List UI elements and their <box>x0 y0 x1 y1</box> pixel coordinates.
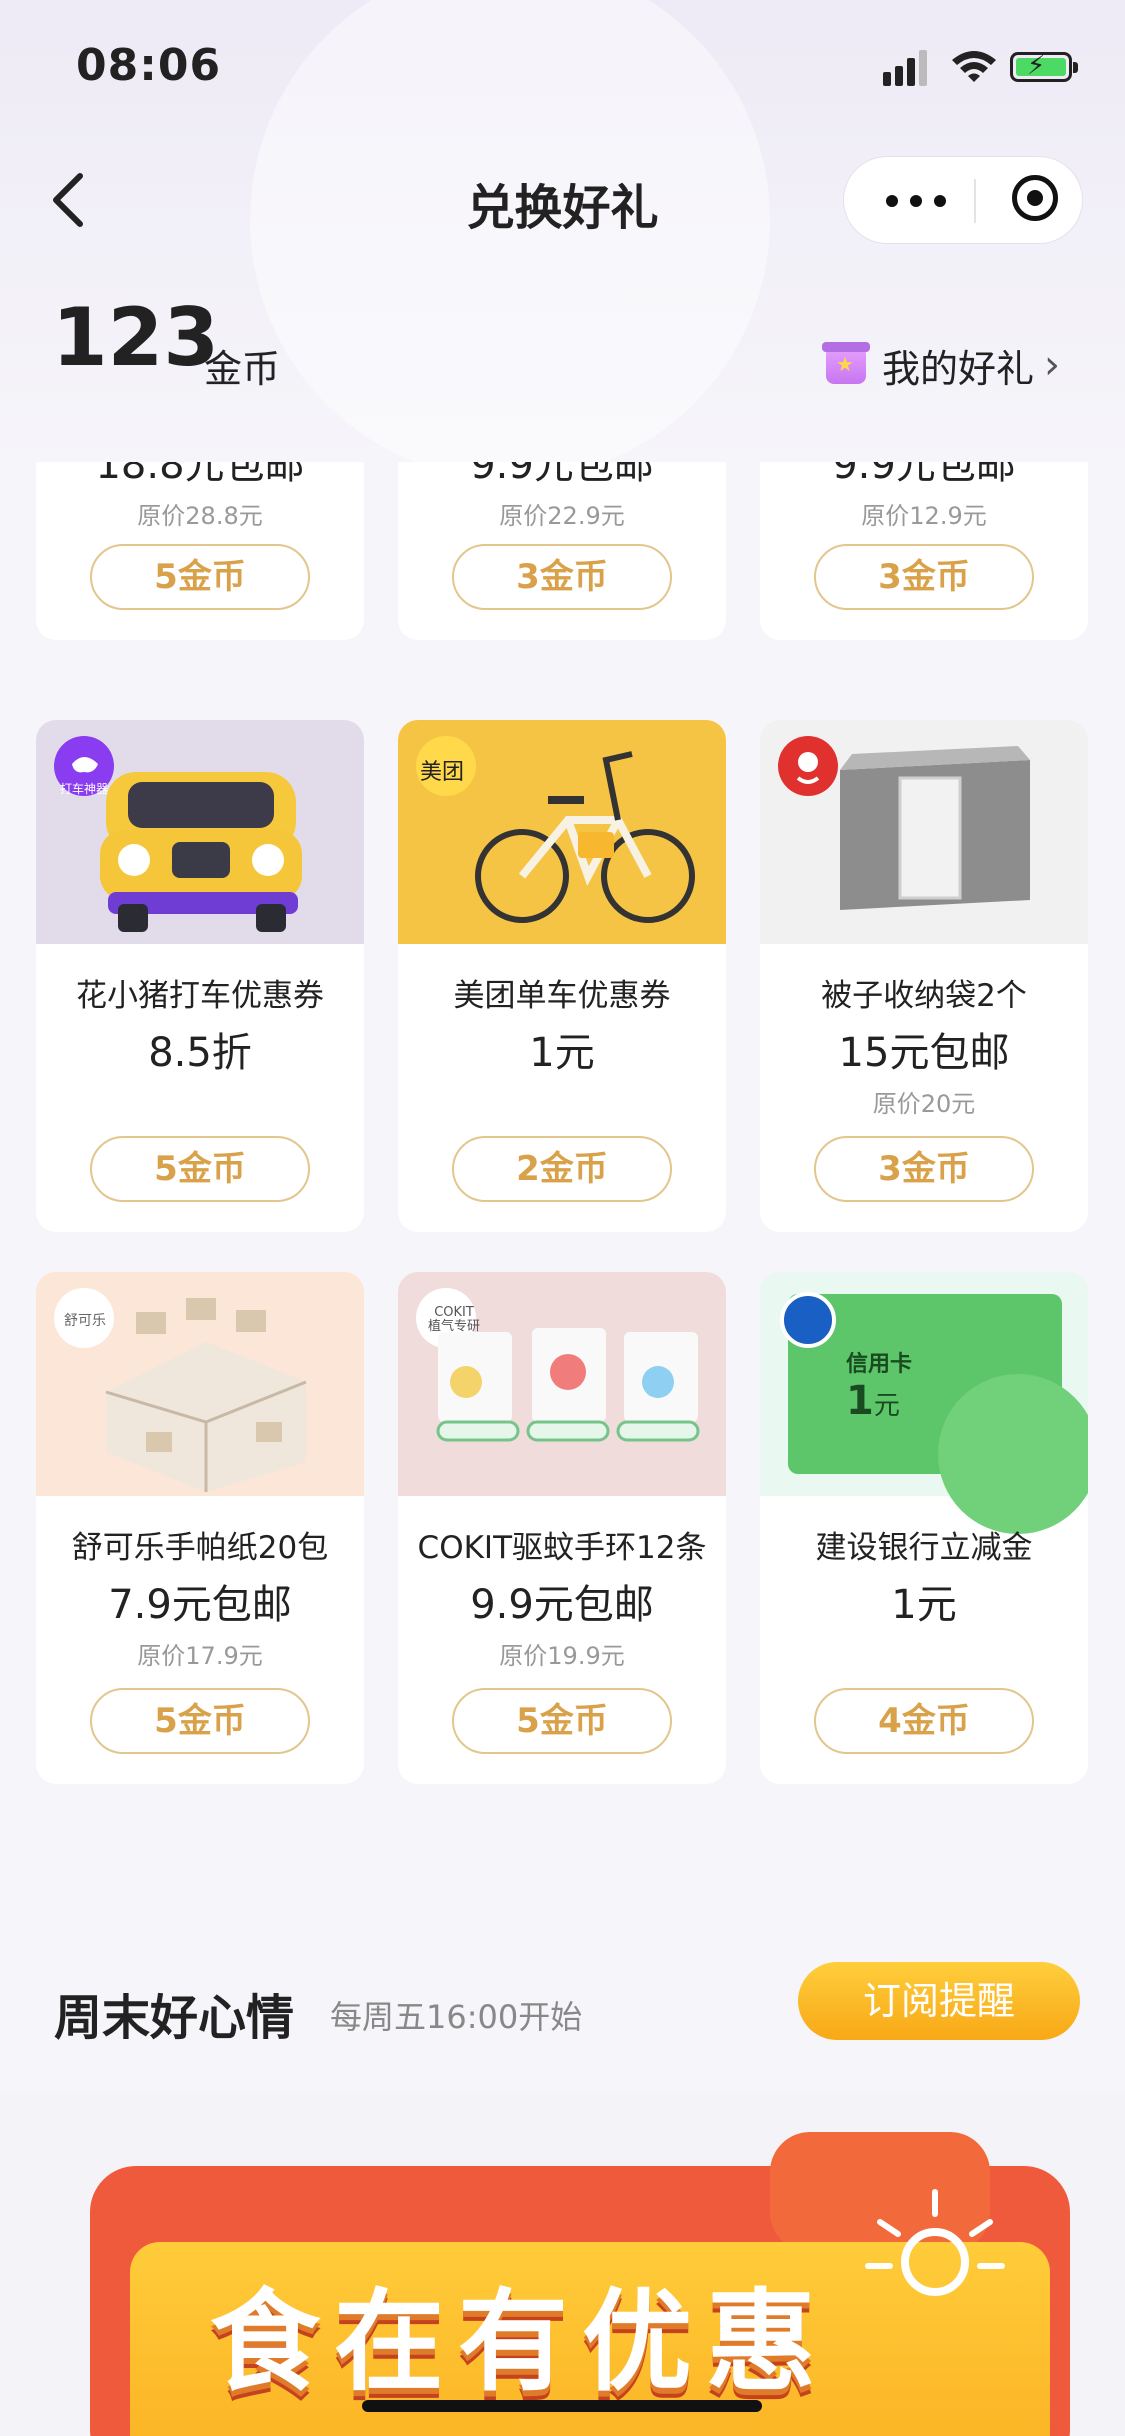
card-amount: 1元 <box>846 1378 900 1424</box>
close-target-icon[interactable] <box>1012 175 1058 221</box>
wifi-icon <box>952 51 996 82</box>
gift-card-meituan-bike[interactable]: 美团 美团单车优惠券 1元 2金币 <box>398 720 726 1232</box>
cokit-brand-logo: COKIT 植气专研 <box>428 1305 481 1334</box>
coin-balance: 123 <box>52 291 219 384</box>
home-indicator <box>362 2400 762 2412</box>
banner-title: 食在有优惠 <box>210 2278 830 2406</box>
mosquito-band-image: COKIT 植气专研 <box>398 1272 726 1496</box>
gift-card[interactable]: 9.9元包邮 原价12.9元 3金币 <box>760 462 1088 640</box>
check-circle-icon <box>938 1374 1088 1534</box>
gift-card-huaxiaozhu[interactable]: 打车神器 花小猪打车优惠券 8.5折 5金币 <box>36 720 364 1232</box>
status-bar: 08:06 ⚡ <box>0 0 1125 132</box>
my-gifts-label: 我的好礼 <box>882 346 1035 391</box>
subscribe-reminder-button[interactable]: 订阅提醒 <box>798 1962 1080 2040</box>
gift-card-tissue[interactable]: 舒可乐 舒可乐手帕纸20包 7.9元包邮 原价17.9元 5金币 <box>36 1272 364 1784</box>
gift-box-icon <box>822 342 870 384</box>
gift-original-price: 原价28.8元 <box>137 502 263 530</box>
tissue-brand-logo: 舒可乐 <box>64 1313 106 1329</box>
gift-card-cokit[interactable]: COKIT 植气专研 COKIT驱蚊手环12条 9.9元包邮 原价19.9元 5… <box>398 1272 726 1784</box>
card-amount-value: 1 <box>846 1378 874 1424</box>
redeem-button[interactable]: 3金币 <box>452 544 672 610</box>
chevron-right-icon: › <box>1044 342 1061 388</box>
gift-price: 1元 <box>891 1582 957 1628</box>
redeem-button[interactable]: 5金币 <box>90 544 310 610</box>
redeem-button[interactable]: 2金币 <box>452 1136 672 1202</box>
gift-price: 9.9元包邮 <box>470 1582 654 1628</box>
meituan-logo-text: 美团 <box>420 760 465 785</box>
gift-original-price: 原价17.9元 <box>137 1642 263 1670</box>
status-time: 08:06 <box>76 40 222 91</box>
storage-bag-image <box>760 720 1088 944</box>
huaxiaozhu-logo-text: 打车神器 <box>59 782 108 796</box>
ccb-logo-icon <box>780 1292 836 1348</box>
coin-unit: 金币 <box>204 347 281 391</box>
redeem-button[interactable]: 3金币 <box>814 544 1034 610</box>
gift-name: 花小猪打车优惠券 <box>76 978 324 1014</box>
gift-price: 9.9元包邮 <box>470 462 654 488</box>
battery-icon: ⚡ <box>1010 51 1078 82</box>
redeem-button[interactable]: 5金币 <box>90 1688 310 1754</box>
gift-card[interactable]: 18.8元包邮 原价28.8元 5金币 <box>36 462 364 640</box>
section-title: 周末好心情 <box>54 1990 295 2046</box>
section-subtitle: 每周五16:00开始 <box>330 1998 583 2036</box>
capsule-divider <box>974 179 976 223</box>
gift-price: 15元包邮 <box>838 1030 1010 1076</box>
gift-original-price: 原价19.9元 <box>499 1642 625 1670</box>
gift-price: 18.8元包邮 <box>95 462 305 488</box>
car-image: 打车神器 <box>36 720 364 944</box>
gift-name: 建设银行立减金 <box>815 1530 1033 1566</box>
gift-card-storage-bag[interactable]: 被子收纳袋2个 15元包邮 原价20元 3金币 <box>760 720 1088 1232</box>
credit-card-image: 信用卡 1元 <box>760 1272 1088 1534</box>
card-label: 信用卡 <box>846 1352 913 1377</box>
tissue-image: 舒可乐 <box>36 1272 364 1496</box>
gift-name: 美团单车优惠券 <box>453 978 671 1014</box>
gift-card[interactable]: 9.9元包邮 原价22.9元 3金币 <box>398 462 726 640</box>
gift-price: 9.9元包邮 <box>832 462 1016 488</box>
redeem-button[interactable]: 3金币 <box>814 1136 1034 1202</box>
gift-card-ccb-coupon[interactable]: 信用卡 1元 建设银行立减金 1元 4金币 <box>760 1272 1088 1784</box>
gift-price: 8.5折 <box>148 1030 252 1076</box>
more-icon[interactable] <box>880 177 960 223</box>
gift-price: 7.9元包邮 <box>108 1582 292 1628</box>
card-amount-unit: 元 <box>873 1391 900 1421</box>
sun-icon <box>865 2189 1005 2296</box>
redeem-button[interactable]: 5金币 <box>452 1688 672 1754</box>
gift-name: COKIT驱蚊手环12条 <box>417 1530 707 1566</box>
cellular-signal-icon <box>883 50 935 86</box>
mini-program-capsule <box>843 156 1083 244</box>
redeem-button[interactable]: 5金币 <box>90 1136 310 1202</box>
gift-name: 舒可乐手帕纸20包 <box>71 1530 329 1566</box>
gift-price: 1元 <box>529 1030 595 1076</box>
gift-original-price: 原价12.9元 <box>861 502 987 530</box>
bike-image: 美团 <box>398 720 726 944</box>
top-row-clip: 18.8元包邮 原价28.8元 5金币 9.9元包邮 原价22.9元 3金币 9… <box>0 462 1125 682</box>
gift-original-price: 原价20元 <box>872 1090 976 1118</box>
promo-banner[interactable]: 食在有优惠 <box>0 2092 1125 2436</box>
my-gifts-link[interactable]: 我的好礼 › <box>822 338 1061 392</box>
gift-original-price: 原价22.9元 <box>499 502 625 530</box>
gift-name: 被子收纳袋2个 <box>821 978 1027 1014</box>
redeem-button[interactable]: 4金币 <box>814 1688 1034 1754</box>
